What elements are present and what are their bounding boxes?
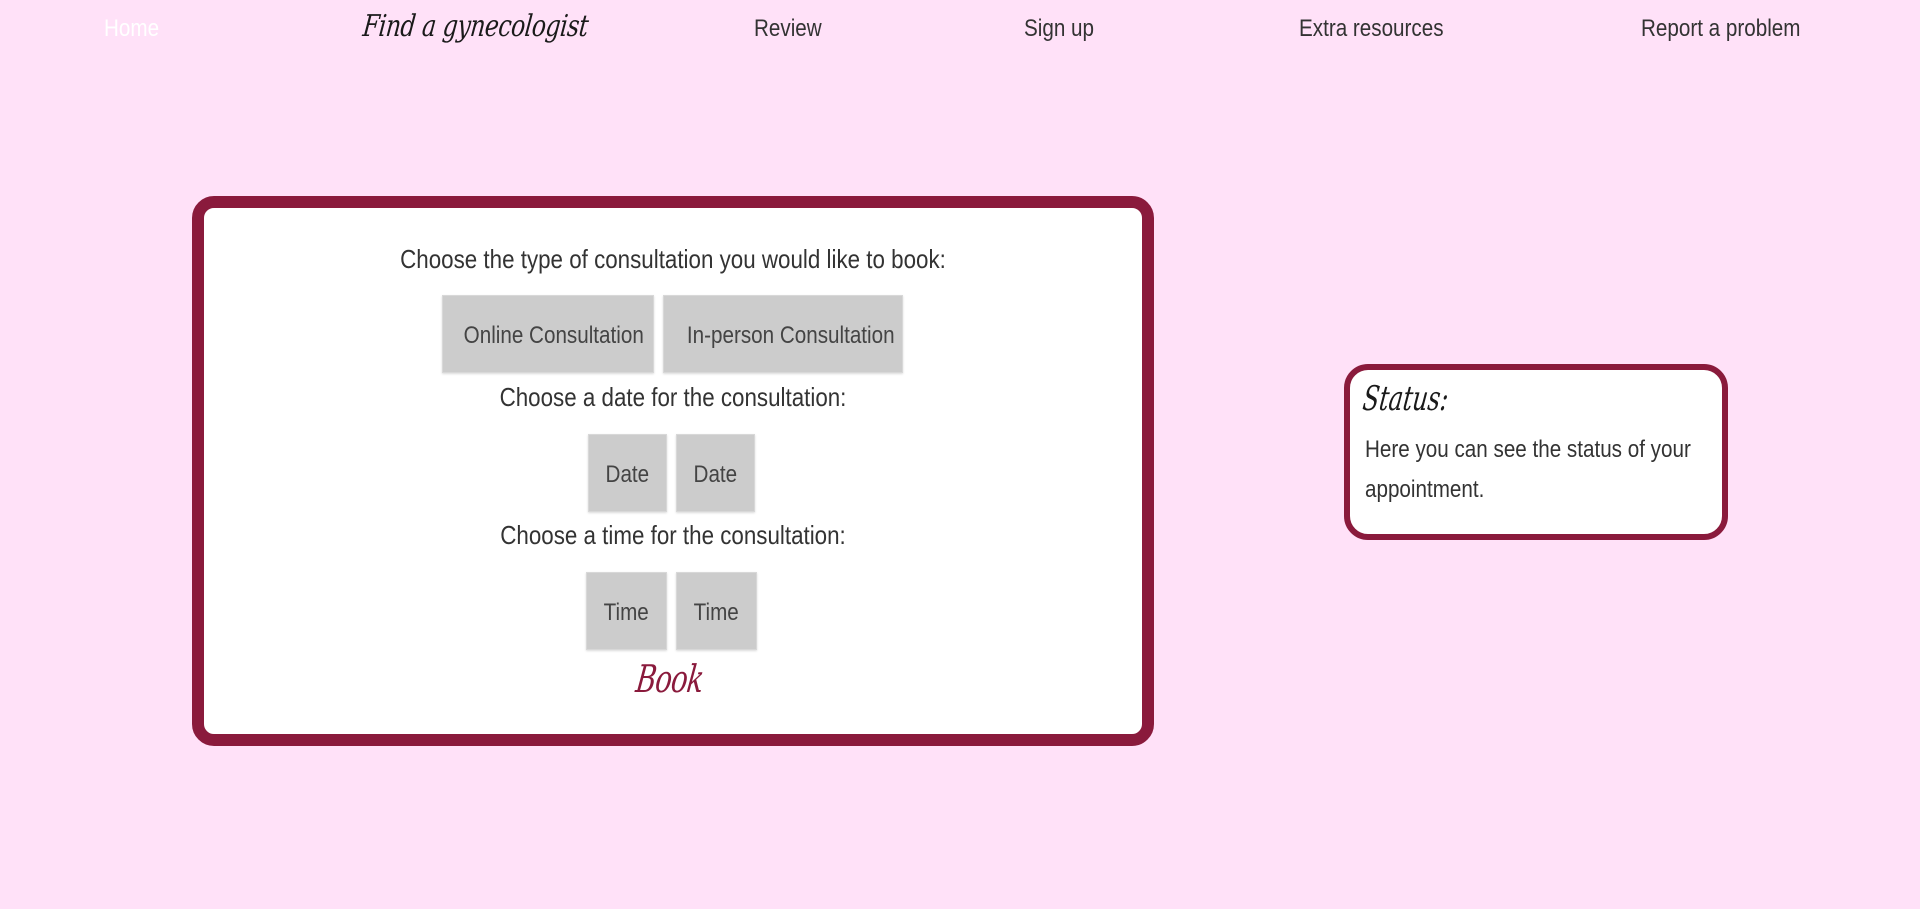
nav-logo-link[interactable]: Find a gynecologist <box>360 0 591 54</box>
consultation-time-prompt: Choose a time for the consultation: <box>500 520 846 550</box>
date-button-2-label: Date <box>693 461 738 488</box>
book-button[interactable]: Book <box>329 654 1011 704</box>
date-button-1-label: Date <box>605 461 650 488</box>
date-button-2[interactable]: Date <box>676 434 755 512</box>
status-description: Here you can see the status of your appo… <box>1365 436 1691 503</box>
consultation-date-prompt: Choose a date for the consultation: <box>499 382 847 412</box>
nav-signup-link[interactable]: Sign up <box>1024 12 1094 46</box>
time-button-2-label: Time <box>693 599 740 626</box>
in-person-consultation-button[interactable]: In-person Consultation <box>663 295 903 373</box>
time-button-2[interactable]: Time <box>676 572 757 650</box>
nav-review-link[interactable]: Review <box>754 12 822 46</box>
status-panel: Status: Here you can see the status of y… <box>1344 364 1728 540</box>
status-title: Status: <box>1360 379 1451 419</box>
date-button-1[interactable]: Date <box>588 434 667 512</box>
time-button-1-label: Time <box>603 599 650 626</box>
booking-panel: Choose the type of consultation you woul… <box>192 196 1154 746</box>
nav-report-problem-link[interactable]: Report a problem <box>1641 12 1800 46</box>
time-button-1[interactable]: Time <box>586 572 667 650</box>
online-consultation-button[interactable]: Online Consultation <box>442 295 654 373</box>
nav-extra-resources-link[interactable]: Extra resources <box>1299 12 1444 46</box>
online-consultation-label: Online Consultation <box>463 322 644 349</box>
nav-home-link[interactable]: Home <box>104 12 159 46</box>
top-navigation: Home Find a gynecologist Review Sign up … <box>0 0 1920 60</box>
consultation-type-prompt: Choose the type of consultation you woul… <box>400 244 946 274</box>
in-person-consultation-label: In-person Consultation <box>686 322 895 349</box>
booking-panel-content: Choose the type of consultation you woul… <box>204 208 1142 734</box>
